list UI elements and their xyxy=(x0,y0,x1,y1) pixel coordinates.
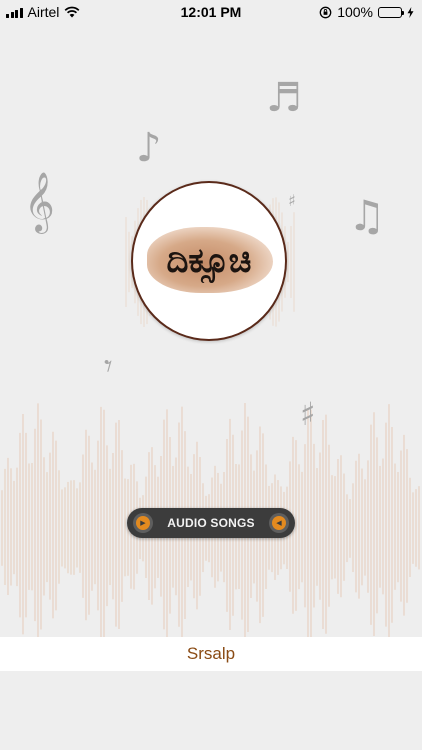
app-logo: ದಿಕ್ಸೂಚಿ xyxy=(131,181,287,341)
footer-label: Srsalp xyxy=(186,644,236,663)
sharp-sign-icon: ♯ xyxy=(300,395,316,433)
sharp-sign-icon: ♯ xyxy=(288,191,296,210)
audio-songs-label: AUDIO SONGS xyxy=(167,516,255,530)
reverse-arrow-icon[interactable]: ◀ xyxy=(269,513,289,533)
logo-text: ದಿಕ್ಸೂಚಿ xyxy=(166,241,252,281)
charging-bolt-icon xyxy=(407,6,414,18)
play-arrow-icon[interactable]: ▶ xyxy=(133,513,153,533)
audio-songs-button[interactable]: ▶ AUDIO SONGS ◀ xyxy=(127,508,295,538)
music-note-icon: ♬ xyxy=(266,75,302,121)
battery-percentage: 100% xyxy=(337,4,373,20)
eighth-rest-icon: 𝄾 xyxy=(104,347,113,385)
battery-icon xyxy=(378,6,404,18)
music-note-icon: ♫ xyxy=(348,191,386,240)
status-bar: Airtel 12:01 PM 100% xyxy=(0,0,422,24)
music-note-icon: ♪ xyxy=(136,125,162,171)
footer-bar[interactable]: Srsalp xyxy=(0,637,422,671)
treble-clef-icon: 𝄞 xyxy=(24,172,55,232)
orientation-lock-icon xyxy=(319,6,332,18)
